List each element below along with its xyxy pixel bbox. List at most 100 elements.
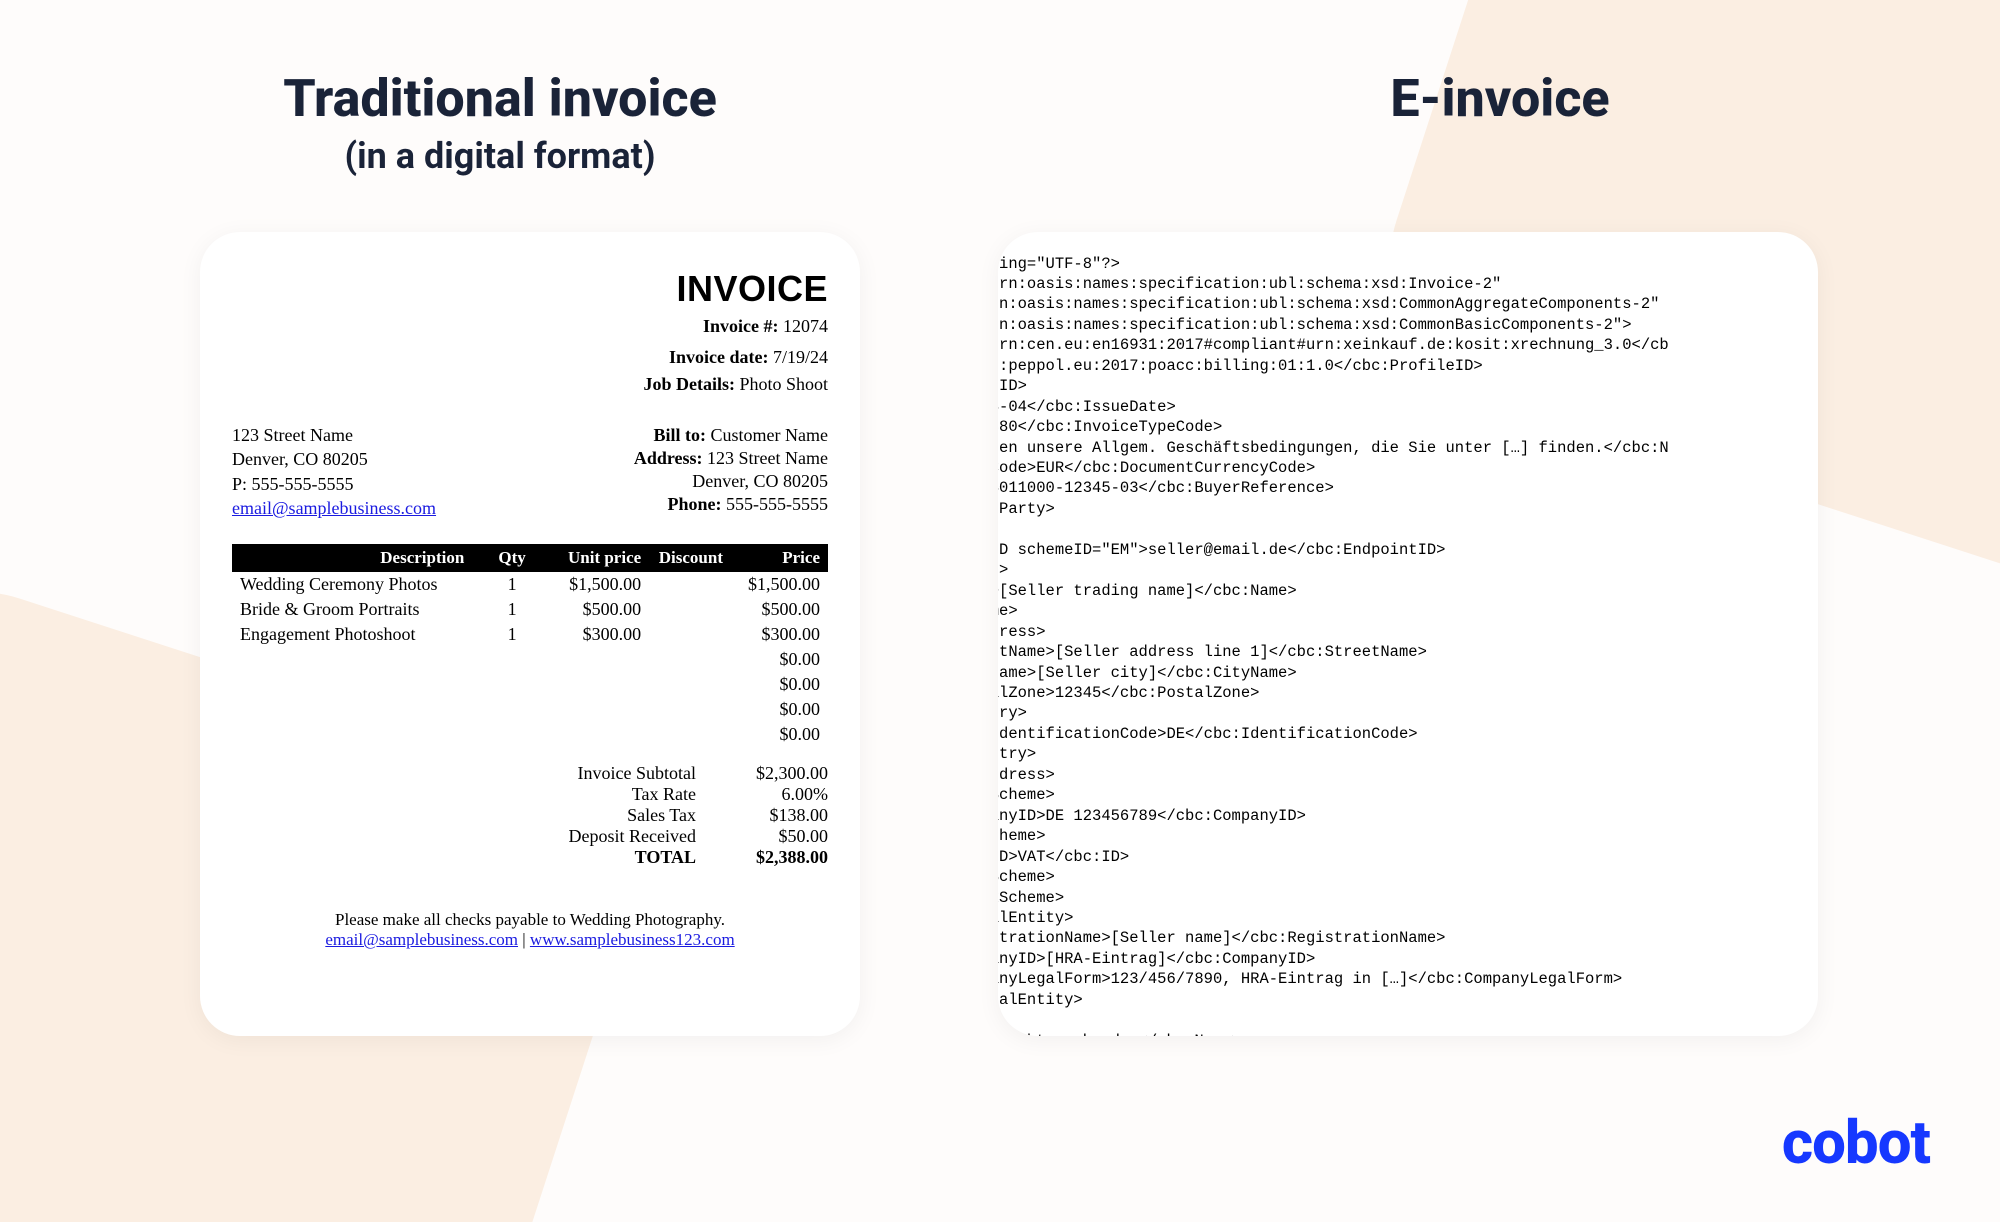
totals-label: Sales Tax — [496, 805, 718, 826]
title-einvoice: E-invoice — [1000, 70, 2000, 177]
invoice-job-value: Photo Shoot — [739, 374, 828, 394]
invoice-date-value: 7/19/24 — [773, 347, 828, 367]
invoice-footer: Please make all checks payable to Weddin… — [232, 910, 828, 950]
table-row: $0.00 — [232, 697, 828, 722]
invoice-number-value: 12074 — [783, 316, 828, 336]
cell-qty: 1 — [482, 572, 542, 597]
cell-description: Engagement Photoshoot — [232, 622, 482, 647]
table-row: Engagement Photoshoot1$300.00$300.00 — [232, 622, 828, 647]
cell-unit-price — [542, 672, 649, 697]
totals-value: $50.00 — [718, 826, 828, 847]
invoice-heading: INVOICE — [232, 268, 828, 310]
footer-website-link[interactable]: www.samplebusiness123.com — [530, 930, 735, 949]
cell-qty: 1 — [482, 597, 542, 622]
cell-unit-price: $300.00 — [542, 622, 649, 647]
cell-qty — [482, 697, 542, 722]
table-row: Wedding Ceremony Photos1$1,500.00$1,500.… — [232, 572, 828, 597]
bill-phone-label: Phone: — [667, 494, 721, 514]
bill-address-label: Address: — [634, 448, 703, 468]
table-row: $0.00 — [232, 647, 828, 672]
cell-qty: 1 — [482, 622, 542, 647]
totals-row: Deposit Received$50.00 — [232, 826, 828, 847]
invoice-job-label: Job Details: — [643, 374, 735, 394]
cell-description — [232, 697, 482, 722]
totals-row: TOTAL$2,388.00 — [232, 847, 828, 868]
cell-discount — [649, 572, 732, 597]
totals-label: Invoice Subtotal — [496, 763, 718, 784]
col-price: Price — [733, 544, 828, 572]
cell-unit-price — [542, 722, 649, 747]
cell-unit-price — [542, 697, 649, 722]
bill-phone-value: 555-555-5555 — [726, 494, 828, 514]
footer-email-link[interactable]: email@samplebusiness.com — [325, 930, 518, 949]
invoice-address-block: 123 Street Name Denver, CO 80205 P: 555-… — [232, 423, 828, 520]
cell-qty — [482, 672, 542, 697]
table-row: Bride & Groom Portraits1$500.00$500.00 — [232, 597, 828, 622]
cell-unit-price — [542, 647, 649, 672]
col-discount: Discount — [649, 544, 732, 572]
cell-price: $500.00 — [733, 597, 828, 622]
totals-label: Tax Rate — [496, 784, 718, 805]
footer-line1: Please make all checks payable to Weddin… — [232, 910, 828, 930]
cell-discount — [649, 597, 732, 622]
cell-price: $300.00 — [733, 622, 828, 647]
bill-address2: Denver, CO 80205 — [692, 471, 828, 491]
from-line1: 123 Street Name — [232, 423, 506, 447]
cell-description: Bride & Groom Portraits — [232, 597, 482, 622]
totals-value: $2,388.00 — [718, 847, 828, 868]
einvoice-xml-content: oding="UTF-8"?> s="urn:oasis:names:speci… — [998, 254, 1669, 1037]
cell-price: $1,500.00 — [733, 572, 828, 597]
cell-description — [232, 672, 482, 697]
cell-discount — [649, 722, 732, 747]
invoice-number-row: Invoice #: 12074 — [232, 316, 828, 337]
invoice-number-label: Invoice #: — [703, 316, 779, 336]
cell-unit-price: $500.00 — [542, 597, 649, 622]
totals-block: Invoice Subtotal$2,300.00Tax Rate6.00%Sa… — [232, 763, 828, 868]
bill-to-label: Bill to: — [654, 425, 707, 445]
cell-price: $0.00 — [733, 672, 828, 697]
bill-address1: 123 Street Name — [707, 448, 828, 468]
title-traditional: Traditional invoice (in a digital format… — [0, 70, 1000, 177]
title-traditional-sub: (in a digital format) — [0, 135, 1000, 177]
col-unit-price: Unit price — [542, 544, 649, 572]
invoice-job-row: Job Details: Photo Shoot — [232, 374, 828, 395]
cell-description — [232, 722, 482, 747]
bill-to-block: Bill to: Customer Name Address: 123 Stre… — [506, 423, 828, 520]
cell-discount — [649, 647, 732, 672]
cell-price: $0.00 — [733, 647, 828, 672]
title-traditional-main: Traditional invoice — [0, 70, 1000, 127]
totals-label: Deposit Received — [496, 826, 718, 847]
cobot-logo: cobot — [1782, 1107, 1930, 1178]
col-qty: Qty — [482, 544, 542, 572]
invoice-date-row: Invoice date: 7/19/24 — [232, 347, 828, 368]
totals-label: TOTAL — [496, 847, 718, 868]
cell-qty — [482, 647, 542, 672]
einvoice-card: oding="UTF-8"?> s="urn:oasis:names:speci… — [998, 232, 1818, 1036]
from-line3: P: 555-555-5555 — [232, 472, 506, 496]
brand-text: cobot — [1782, 1107, 1930, 1178]
cell-discount — [649, 622, 732, 647]
cell-price: $0.00 — [733, 697, 828, 722]
from-line2: Denver, CO 80205 — [232, 447, 506, 471]
col-description: Description — [232, 544, 482, 572]
totals-row: Invoice Subtotal$2,300.00 — [232, 763, 828, 784]
cell-description — [232, 647, 482, 672]
invoice-date-label: Invoice date: — [669, 347, 768, 367]
totals-value: $138.00 — [718, 805, 828, 826]
traditional-invoice-card: INVOICE Invoice #: 12074 Invoice date: 7… — [200, 232, 860, 1036]
headings-row: Traditional invoice (in a digital format… — [0, 70, 2000, 177]
cell-unit-price: $1,500.00 — [542, 572, 649, 597]
from-email-link[interactable]: email@samplebusiness.com — [232, 498, 436, 518]
cell-discount — [649, 672, 732, 697]
cell-discount — [649, 697, 732, 722]
cell-qty — [482, 722, 542, 747]
footer-separator: | — [518, 930, 530, 949]
totals-value: 6.00% — [718, 784, 828, 805]
line-items-table: Description Qty Unit price Discount Pric… — [232, 544, 828, 747]
table-row: $0.00 — [232, 672, 828, 697]
bill-to-value: Customer Name — [711, 425, 828, 445]
totals-row: Sales Tax$138.00 — [232, 805, 828, 826]
title-einvoice-main: E-invoice — [1000, 70, 2000, 127]
totals-row: Tax Rate6.00% — [232, 784, 828, 805]
cell-price: $0.00 — [733, 722, 828, 747]
